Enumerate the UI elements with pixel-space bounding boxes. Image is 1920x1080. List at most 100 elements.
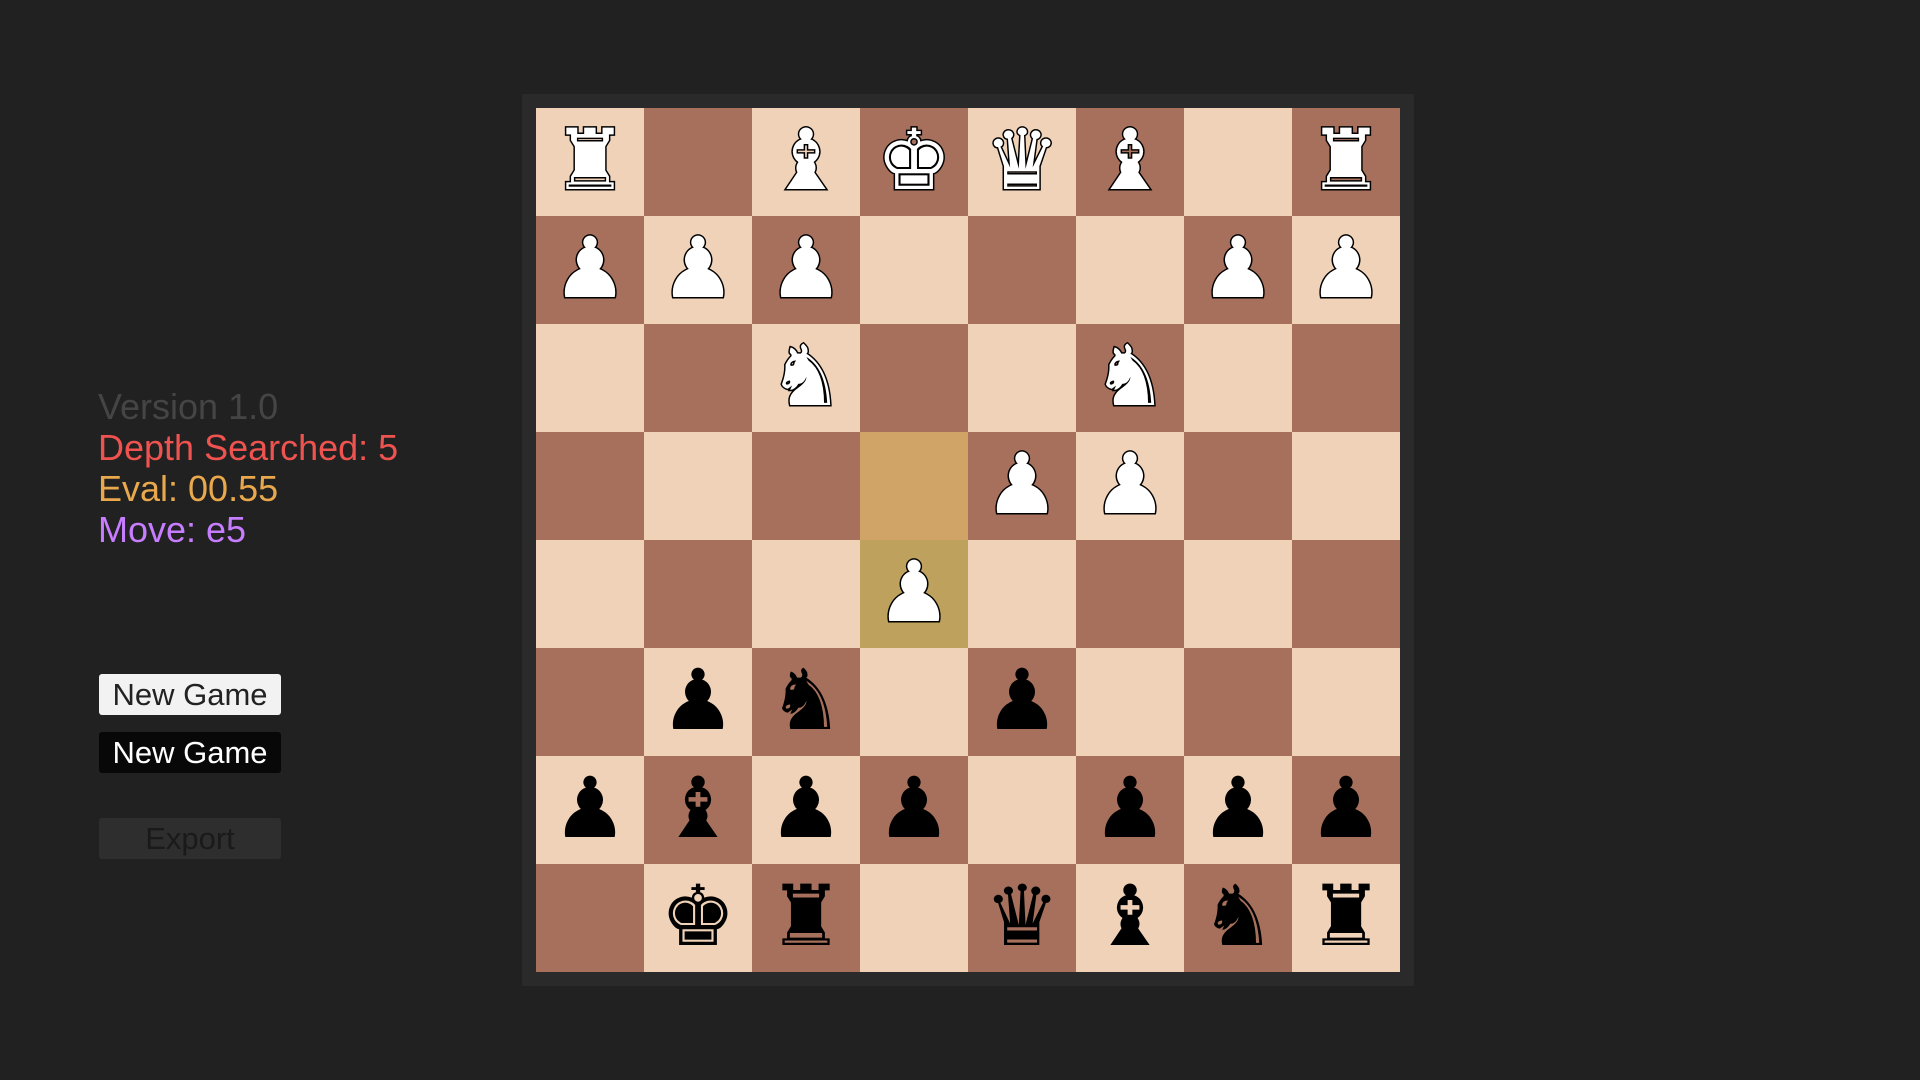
black-pawn-icon[interactable]: ♟ — [1308, 766, 1383, 850]
black-pawn-icon[interactable]: ♟ — [660, 658, 735, 742]
board-square[interactable]: ♞ — [1076, 324, 1184, 432]
board-square[interactable] — [968, 756, 1076, 864]
board-square[interactable]: ♛ — [968, 864, 1076, 972]
white-pawn-icon[interactable]: ♟ — [767, 225, 845, 312]
board-square[interactable]: ♟ — [1076, 756, 1184, 864]
board-square[interactable] — [1292, 540, 1400, 648]
board-square[interactable]: ♚ — [860, 108, 968, 216]
black-rook-icon[interactable]: ♜ — [1308, 874, 1383, 958]
black-knight-icon[interactable]: ♞ — [1200, 874, 1275, 958]
export-button[interactable]: Export — [99, 818, 281, 859]
board-square[interactable]: ♜ — [1292, 108, 1400, 216]
board-square[interactable] — [860, 324, 968, 432]
board-square[interactable]: ♟ — [644, 648, 752, 756]
black-bishop-icon[interactable]: ♝ — [660, 766, 735, 850]
white-pawn-icon[interactable]: ♟ — [1307, 225, 1385, 312]
board-square[interactable]: ♞ — [752, 324, 860, 432]
white-pawn-icon[interactable]: ♟ — [875, 549, 953, 636]
board-square[interactable] — [1184, 540, 1292, 648]
black-bishop-icon[interactable]: ♝ — [1092, 874, 1167, 958]
board-square[interactable]: ♜ — [1292, 864, 1400, 972]
board-square[interactable]: ♟ — [860, 756, 968, 864]
board-square[interactable] — [1292, 432, 1400, 540]
board-square[interactable] — [644, 324, 752, 432]
board-square[interactable] — [968, 324, 1076, 432]
white-pawn-icon[interactable]: ♟ — [551, 225, 629, 312]
white-pawn-icon[interactable]: ♟ — [1091, 441, 1169, 528]
black-pawn-icon[interactable]: ♟ — [1092, 766, 1167, 850]
board-square[interactable]: ♟ — [1184, 216, 1292, 324]
board-square[interactable]: ♝ — [1076, 864, 1184, 972]
black-king-icon[interactable]: ♚ — [660, 874, 735, 958]
board-square[interactable]: ♝ — [644, 756, 752, 864]
black-pawn-icon[interactable]: ♟ — [552, 766, 627, 850]
board-square[interactable] — [1076, 216, 1184, 324]
board-square[interactable] — [536, 324, 644, 432]
board-square[interactable] — [1076, 648, 1184, 756]
board-square[interactable] — [1184, 108, 1292, 216]
white-rook-icon[interactable]: ♜ — [1307, 117, 1385, 204]
board-square[interactable] — [860, 432, 968, 540]
board-square[interactable] — [1184, 432, 1292, 540]
board-square[interactable]: ♟ — [1292, 756, 1400, 864]
board-square[interactable] — [644, 540, 752, 648]
board-square[interactable]: ♝ — [1076, 108, 1184, 216]
board-square[interactable] — [752, 432, 860, 540]
chess-board[interactable]: ♜ ♝ ♚ ♛ ♝ ♜ ♟ ♟ ♟ ♟ ♟ ♞ ♞ ♟ ♟ ♟ ♟ ♞ ♟ ♟ ♝ ♟ ♟ ♟ ♟ ♟ ♚ ♜ ♛ ♝ ♞ ♜ — [536, 108, 1400, 972]
board-square[interactable]: ♚ — [644, 864, 752, 972]
white-queen-icon[interactable]: ♛ — [983, 117, 1061, 204]
board-square[interactable]: ♟ — [752, 216, 860, 324]
board-square[interactable] — [1184, 648, 1292, 756]
board-square[interactable]: ♜ — [752, 864, 860, 972]
white-knight-icon[interactable]: ♞ — [767, 333, 845, 420]
new-game-button-light[interactable]: New Game — [99, 674, 281, 715]
board-square[interactable]: ♞ — [752, 648, 860, 756]
black-pawn-icon[interactable]: ♟ — [876, 766, 951, 850]
board-square[interactable]: ♟ — [644, 216, 752, 324]
board-square[interactable] — [968, 540, 1076, 648]
board-square[interactable] — [644, 108, 752, 216]
white-pawn-icon[interactable]: ♟ — [1199, 225, 1277, 312]
black-queen-icon[interactable]: ♛ — [984, 874, 1059, 958]
white-pawn-icon[interactable]: ♟ — [983, 441, 1061, 528]
board-square[interactable] — [536, 648, 644, 756]
black-pawn-icon[interactable]: ♟ — [768, 766, 843, 850]
board-square[interactable] — [860, 648, 968, 756]
white-pawn-icon[interactable]: ♟ — [659, 225, 737, 312]
board-square[interactable]: ♟ — [752, 756, 860, 864]
board-square[interactable]: ♟ — [968, 648, 1076, 756]
board-square[interactable]: ♟ — [536, 756, 644, 864]
board-square[interactable] — [536, 864, 644, 972]
white-rook-icon[interactable]: ♜ — [551, 117, 629, 204]
board-square[interactable]: ♟ — [536, 216, 644, 324]
board-square[interactable] — [860, 864, 968, 972]
board-square[interactable]: ♟ — [860, 540, 968, 648]
board-square[interactable]: ♟ — [1292, 216, 1400, 324]
board-square[interactable] — [860, 216, 968, 324]
board-square[interactable] — [968, 216, 1076, 324]
white-knight-icon[interactable]: ♞ — [1091, 333, 1169, 420]
new-game-button-dark[interactable]: New Game — [99, 732, 281, 773]
board-square[interactable] — [536, 432, 644, 540]
black-pawn-icon[interactable]: ♟ — [984, 658, 1059, 742]
board-square[interactable]: ♞ — [1184, 864, 1292, 972]
white-bishop-icon[interactable]: ♝ — [1091, 117, 1169, 204]
board-square[interactable]: ♟ — [1184, 756, 1292, 864]
white-king-icon[interactable]: ♚ — [875, 117, 953, 204]
board-square[interactable]: ♜ — [536, 108, 644, 216]
black-pawn-icon[interactable]: ♟ — [1200, 766, 1275, 850]
board-square[interactable]: ♟ — [1076, 432, 1184, 540]
board-square[interactable] — [1184, 324, 1292, 432]
white-bishop-icon[interactable]: ♝ — [767, 117, 845, 204]
board-square[interactable] — [752, 540, 860, 648]
black-rook-icon[interactable]: ♜ — [768, 874, 843, 958]
black-knight-icon[interactable]: ♞ — [768, 658, 843, 742]
board-square[interactable]: ♝ — [752, 108, 860, 216]
board-square[interactable] — [1292, 648, 1400, 756]
board-square[interactable] — [536, 540, 644, 648]
board-square[interactable]: ♛ — [968, 108, 1076, 216]
board-square[interactable] — [1292, 324, 1400, 432]
board-square[interactable] — [644, 432, 752, 540]
board-square[interactable]: ♟ — [968, 432, 1076, 540]
board-square[interactable] — [1076, 540, 1184, 648]
